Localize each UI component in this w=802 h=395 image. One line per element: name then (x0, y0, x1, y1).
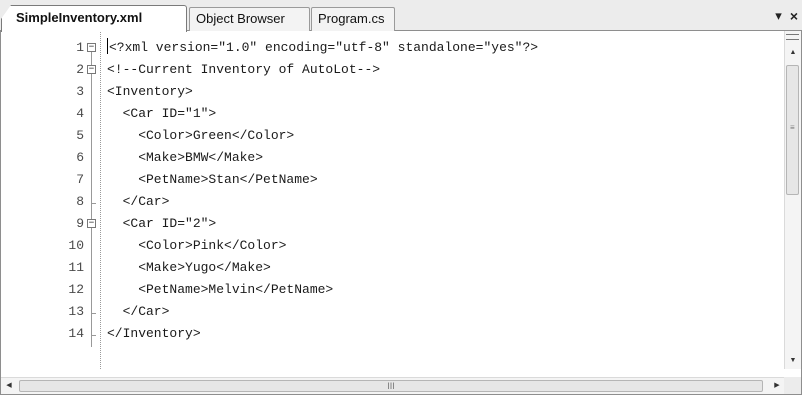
code-line-text: <Make>BMW</Make> (107, 150, 264, 165)
margin-separator (100, 31, 101, 369)
code-line-text: <?xml version="1.0" encoding="utf-8" sta… (109, 40, 539, 55)
line-number: 4 (76, 106, 84, 121)
code-line[interactable]: <PetName>Stan</PetName> (107, 169, 779, 191)
line-number-row: 6 (1, 147, 84, 169)
collapse-car-1-icon[interactable]: − (87, 65, 96, 74)
line-number-row: 14 (1, 323, 84, 345)
line-number-row: 5 (1, 125, 84, 147)
scroll-right-icon[interactable]: ▶ (769, 378, 785, 394)
code-line[interactable]: <Car ID="1"> (107, 103, 779, 125)
line-number: 7 (76, 172, 84, 187)
code-line[interactable]: <?xml version="1.0" encoding="utf-8" sta… (107, 37, 779, 59)
text-caret (107, 38, 108, 54)
code-line-text: <PetName>Melvin</PetName> (107, 282, 334, 297)
code-line[interactable]: <PetName>Melvin</PetName> (107, 279, 779, 301)
scroll-down-icon[interactable]: ▼ (785, 353, 801, 369)
line-number-row: 1 (1, 37, 84, 59)
grip-icon: III (387, 381, 395, 391)
line-numbers: 1 2 3 4 5 6 7 8 9 10 11 12 13 14 (1, 37, 84, 345)
code-line-text: </Inventory> (107, 326, 201, 341)
line-number-row: 4 (1, 103, 84, 125)
line-number-row: 9 (1, 213, 84, 235)
horizontal-scrollbar[interactable]: ◀ III ▶ (1, 377, 785, 394)
scroll-left-icon[interactable]: ◀ (1, 378, 17, 394)
code-line[interactable]: <Color>Pink</Color> (107, 235, 779, 257)
line-number: 11 (68, 260, 84, 275)
code-line[interactable]: <Color>Green</Color> (107, 125, 779, 147)
line-number: 8 (76, 194, 84, 209)
line-number: 13 (68, 304, 84, 319)
code-line-text: <PetName>Stan</PetName> (107, 172, 318, 187)
collapse-car-2-icon[interactable]: − (87, 219, 96, 228)
tab-simpleinventory-xml[interactable]: SimpleInventory.xml (1, 5, 187, 32)
line-number: 3 (76, 84, 84, 99)
scroll-up-icon[interactable]: ▲ (785, 45, 801, 61)
line-number: 5 (76, 128, 84, 143)
line-number: 14 (68, 326, 84, 341)
code-line-text: <Car ID="1"> (107, 106, 217, 121)
line-number-row: 12 (1, 279, 84, 301)
code-line-text: </Car> (107, 194, 170, 209)
tab-object-browser[interactable]: Object Browser (189, 7, 310, 31)
outlining-margin: − − − (87, 37, 101, 357)
code-line-text: <!--Current Inventory of AutoLot--> (107, 62, 381, 77)
close-tab-icon[interactable]: × (790, 8, 798, 24)
split-handle-icon[interactable] (786, 34, 799, 40)
vertical-scrollbar[interactable]: ▲ ≡ ▼ (784, 31, 801, 369)
vertical-scroll-thumb[interactable]: ≡ (786, 65, 799, 195)
line-number: 6 (76, 150, 84, 165)
line-number: 10 (68, 238, 84, 253)
code-line-text: </Car> (107, 304, 170, 319)
line-number-row: 13 (1, 301, 84, 323)
line-number-row: 3 (1, 81, 84, 103)
code-line-text: <Color>Green</Color> (107, 128, 295, 143)
code-line[interactable]: </Car> (107, 191, 779, 213)
line-number-row: 10 (1, 235, 84, 257)
code-line-text: <Make>Yugo</Make> (107, 260, 271, 275)
code-line[interactable]: </Car> (107, 301, 779, 323)
line-number: 1 (76, 40, 84, 55)
code-line[interactable]: <Make>BMW</Make> (107, 147, 779, 169)
horizontal-scroll-thumb[interactable]: III (19, 380, 763, 392)
line-number-row: 7 (1, 169, 84, 191)
document-tab-strip: SimpleInventory.xml Object Browser Progr… (0, 0, 802, 32)
code-line[interactable]: <!--Current Inventory of AutoLot--> (107, 59, 779, 81)
line-number-row: 2 (1, 59, 84, 81)
tab-program-cs[interactable]: Program.cs (311, 7, 395, 31)
editor-gutter: 1 2 3 4 5 6 7 8 9 10 11 12 13 14 − − − (1, 31, 101, 369)
line-number-row: 8 (1, 191, 84, 213)
line-number: 12 (68, 282, 84, 297)
tab-dropdown-icon[interactable]: ▾ (775, 8, 782, 24)
code-line-text: <Color>Pink</Color> (107, 238, 287, 253)
line-number: 9 (76, 216, 84, 231)
code-line[interactable]: <Inventory> (107, 81, 779, 103)
tab-controls: ▾ × (775, 8, 798, 24)
code-line[interactable]: </Inventory> (107, 323, 779, 345)
code-text-area[interactable]: <?xml version="1.0" encoding="utf-8" sta… (107, 37, 779, 345)
code-line-text: <Car ID="2"> (107, 216, 217, 231)
line-number-row: 11 (1, 257, 84, 279)
scrollbar-corner (784, 377, 801, 394)
code-line[interactable]: <Car ID="2"> (107, 213, 779, 235)
line-number: 2 (76, 62, 84, 77)
xml-editor[interactable]: 1 2 3 4 5 6 7 8 9 10 11 12 13 14 − − − <?xml version=… (0, 31, 802, 395)
code-line-text: <Inventory> (107, 84, 193, 99)
collapse-inventory-icon[interactable]: − (87, 43, 96, 52)
code-line[interactable]: <Make>Yugo</Make> (107, 257, 779, 279)
grip-icon: ≡ (790, 123, 795, 132)
